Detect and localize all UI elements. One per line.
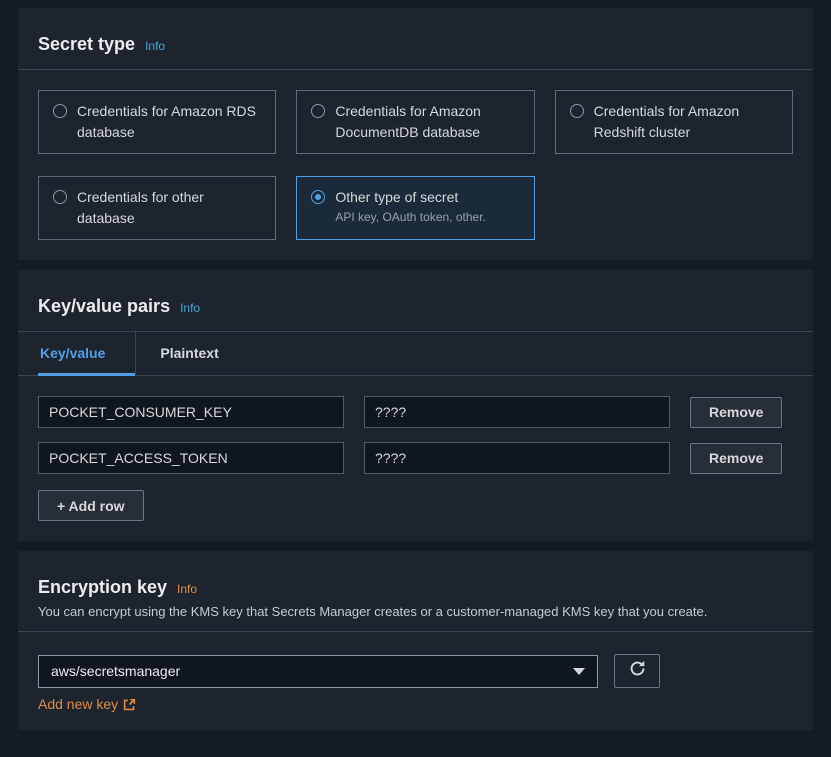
kms-key-selected-value: aws/secretsmanager [51, 663, 180, 679]
kv-row-1: Remove [38, 396, 793, 428]
encryption-key-card: Encryption key Info You can encrypt usin… [18, 551, 813, 730]
encryption-key-title: Encryption key [38, 577, 167, 598]
kms-key-select[interactable]: aws/secretsmanager [38, 655, 598, 688]
kv-tabbar: Key/value Plaintext [18, 332, 813, 376]
add-new-key-link[interactable]: Add new key [38, 696, 136, 712]
radio-icon [53, 190, 67, 204]
chevron-down-icon [573, 668, 585, 675]
key-value-pairs-info-link[interactable]: Info [180, 301, 200, 315]
remove-row-button-1[interactable]: Remove [690, 397, 782, 428]
key-value-pairs-header: Key/value pairs Info [18, 270, 813, 332]
remove-row-button-2[interactable]: Remove [690, 443, 782, 474]
secret-type-title: Secret type [38, 34, 135, 55]
secret-type-header: Secret type Info [18, 8, 813, 70]
radio-icon-selected [311, 190, 325, 204]
option-sublabel: API key, OAuth token, other. [335, 210, 486, 224]
option-label: Credentials for other database [77, 187, 261, 229]
option-label: Credentials for Amazon DocumentDB databa… [335, 101, 519, 143]
option-credentials-redshift[interactable]: Credentials for Amazon Redshift cluster [555, 90, 793, 154]
secret-type-options: Credentials for Amazon RDS database Cred… [38, 90, 793, 240]
add-row-button[interactable]: + Add row [38, 490, 144, 521]
kv-key-input-1[interactable] [38, 396, 344, 428]
external-link-icon [123, 698, 136, 711]
secret-type-card: Secret type Info Credentials for Amazon … [18, 8, 813, 260]
option-credentials-other-database[interactable]: Credentials for other database [38, 176, 276, 240]
radio-icon [53, 104, 67, 118]
radio-icon [570, 104, 584, 118]
encryption-key-info-link[interactable]: Info [177, 582, 197, 596]
secret-type-info-link[interactable]: Info [145, 39, 165, 53]
tab-plaintext[interactable]: Plaintext [135, 332, 242, 376]
refresh-keys-button[interactable] [614, 654, 660, 688]
encryption-key-header: Encryption key Info You can encrypt usin… [18, 551, 813, 632]
add-new-key-label: Add new key [38, 696, 118, 712]
key-value-pairs-title: Key/value pairs [38, 296, 170, 317]
radio-icon [311, 104, 325, 118]
encryption-key-description: You can encrypt using the KMS key that S… [38, 604, 793, 619]
refresh-icon [629, 660, 646, 682]
option-credentials-documentdb[interactable]: Credentials for Amazon DocumentDB databa… [296, 90, 534, 154]
tab-key-value[interactable]: Key/value [38, 332, 135, 376]
option-other-type-of-secret[interactable]: Other type of secret API key, OAuth toke… [296, 176, 534, 240]
option-label: Credentials for Amazon RDS database [77, 101, 261, 143]
kv-value-input-2[interactable] [364, 442, 670, 474]
option-label: Other type of secret [335, 189, 458, 205]
option-credentials-rds[interactable]: Credentials for Amazon RDS database [38, 90, 276, 154]
kv-value-input-1[interactable] [364, 396, 670, 428]
kv-row-2: Remove [38, 442, 793, 474]
option-label: Credentials for Amazon Redshift cluster [594, 101, 778, 143]
key-value-pairs-card: Key/value pairs Info Key/value Plaintext… [18, 270, 813, 541]
kv-key-input-2[interactable] [38, 442, 344, 474]
